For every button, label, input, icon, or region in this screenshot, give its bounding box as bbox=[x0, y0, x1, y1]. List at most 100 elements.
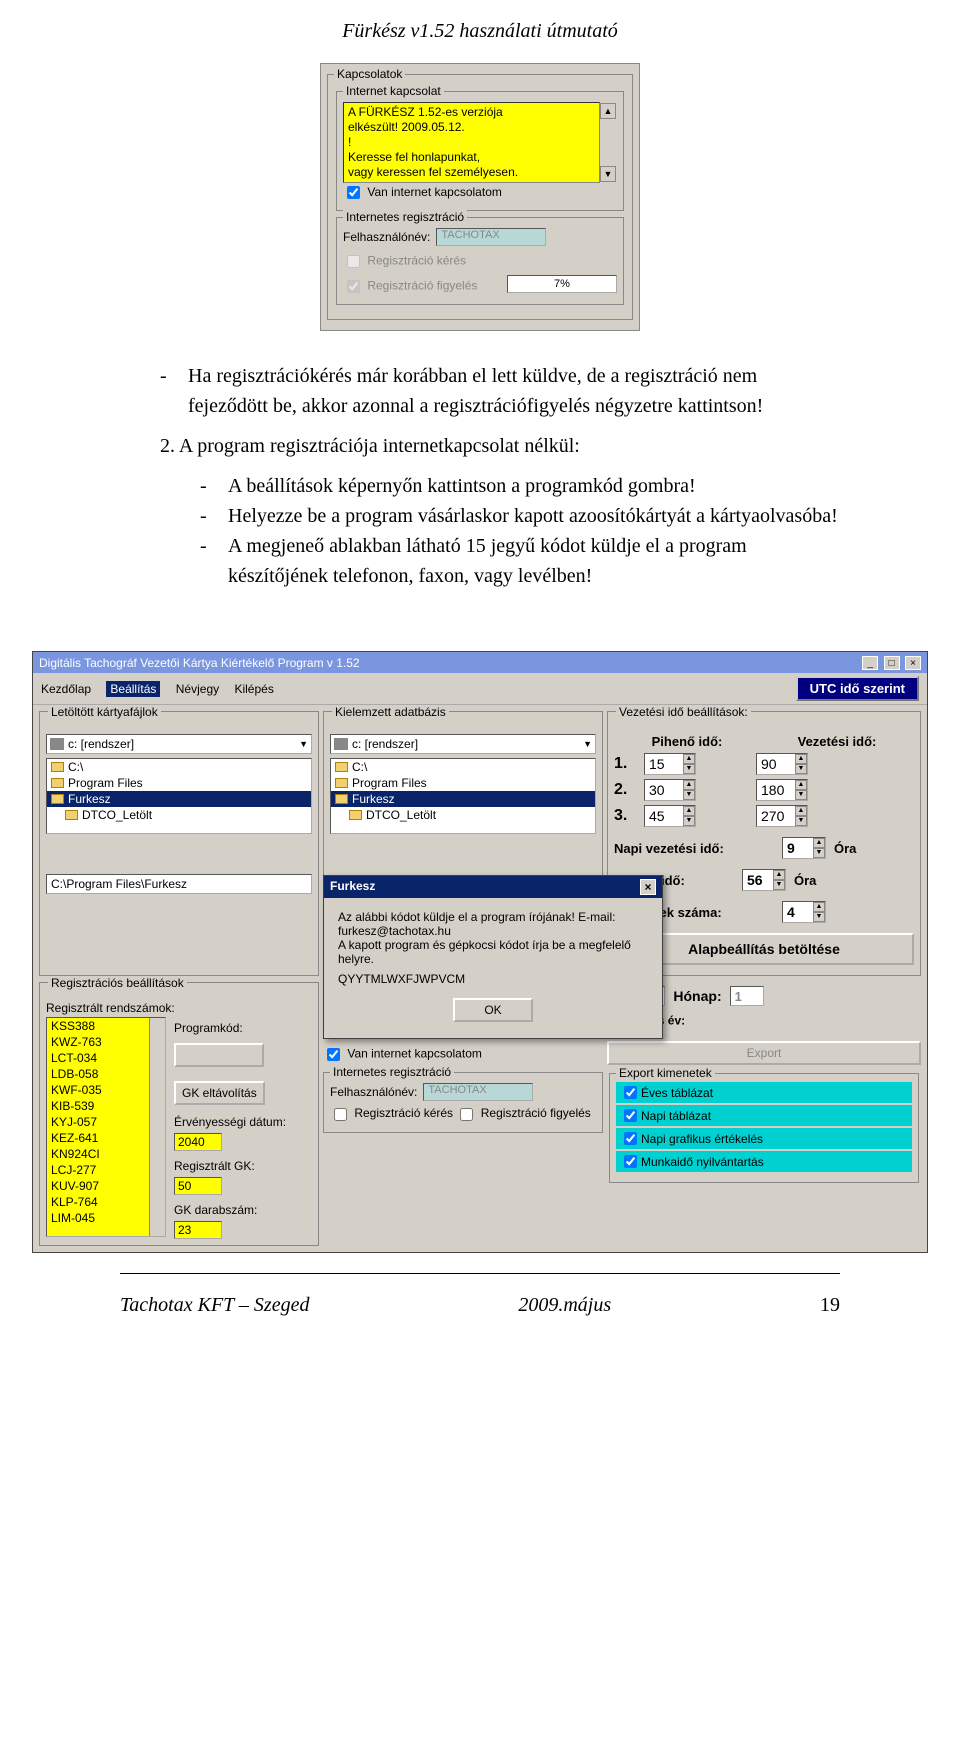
list-item[interactable]: KWF-035 bbox=[47, 1082, 165, 1098]
programkod-button[interactable] bbox=[174, 1043, 264, 1067]
vezetesi-3-input[interactable]: 270▲▼ bbox=[756, 805, 808, 827]
folder-program-files[interactable]: Program Files bbox=[352, 776, 427, 790]
exp-munkaido[interactable]: Munkaidő nyilvántartás bbox=[616, 1151, 912, 1172]
list-item[interactable]: LDB-058 bbox=[47, 1066, 165, 1082]
dialog-close-icon[interactable]: × bbox=[640, 879, 656, 895]
row-num-1: 1. bbox=[614, 755, 634, 773]
menu-nevjegy[interactable]: Névjegy bbox=[176, 682, 219, 696]
reggk-value: 50 bbox=[174, 1177, 222, 1195]
van-internet-check[interactable]: Van internet kapcsolatom bbox=[343, 185, 502, 199]
regf-checkbox-2[interactable] bbox=[460, 1108, 473, 1121]
list-item[interactable]: KWZ-763 bbox=[47, 1034, 165, 1050]
msg-line: elkészült! 2009.05.12. bbox=[348, 120, 595, 135]
drive-label: c: [rendszer] bbox=[352, 737, 418, 751]
export-button[interactable]: Export bbox=[607, 1041, 921, 1065]
scrollbar[interactable] bbox=[149, 1018, 165, 1236]
folder-icon bbox=[335, 794, 348, 804]
list-item[interactable]: KIB-539 bbox=[47, 1098, 165, 1114]
van-internet-checkbox[interactable] bbox=[347, 186, 360, 199]
list-item[interactable]: KUV-907 bbox=[47, 1178, 165, 1194]
list-item[interactable]: KYJ-057 bbox=[47, 1114, 165, 1130]
felhasznalonev-input[interactable]: TACHOTAX bbox=[436, 228, 546, 246]
drive-dropdown-mid[interactable]: c: [rendszer] ▼ bbox=[330, 734, 596, 754]
list-item[interactable]: LIM-045 bbox=[47, 1210, 165, 1226]
napi-vez-input[interactable]: 9▲▼ bbox=[782, 837, 826, 859]
up-icon[interactable]: ▲ bbox=[683, 754, 695, 764]
fh-input[interactable]: TACHOTAX bbox=[423, 1083, 533, 1101]
regisztracio-keres-checkbox bbox=[347, 255, 360, 268]
van-internet-check-2[interactable]: Van internet kapcsolatom bbox=[323, 1045, 603, 1064]
list-item[interactable]: KN924CI bbox=[47, 1146, 165, 1162]
folder-furkesz[interactable]: Furkesz bbox=[352, 792, 395, 806]
vezetesi-1-input[interactable]: 90▲▼ bbox=[756, 753, 808, 775]
piheno-2-input[interactable]: 30▲▼ bbox=[644, 779, 696, 801]
maximize-icon[interactable]: □ bbox=[884, 656, 900, 670]
exp-napi[interactable]: Napi táblázat bbox=[616, 1105, 912, 1126]
regisztracio-keres-label: Regisztráció kérés bbox=[367, 254, 466, 268]
list-item[interactable]: KEZ-641 bbox=[47, 1130, 165, 1146]
doc-title: Fürkész v1.52 használati útmutató bbox=[120, 20, 840, 43]
list-item[interactable]: LCJ-277 bbox=[47, 1162, 165, 1178]
panel-letoltott: Letöltött kártyafájlok c: [rendszer] ▼ C… bbox=[39, 711, 319, 976]
regk-checkbox-2[interactable] bbox=[334, 1108, 347, 1121]
drive-icon bbox=[50, 738, 64, 750]
utc-button[interactable]: UTC idő szerint bbox=[796, 676, 919, 701]
ora-unit: Óra bbox=[794, 873, 816, 888]
hetek-input[interactable]: 4▲▼ bbox=[782, 901, 826, 923]
up-icon[interactable]: ▲ bbox=[795, 754, 807, 764]
folder-furkesz[interactable]: Furkesz bbox=[68, 792, 111, 806]
van-internet-label-2: Van internet kapcsolatom bbox=[347, 1046, 482, 1060]
regisztralt-rendszamok-list[interactable]: KSS388 KWZ-763 LCT-034 LDB-058 KWF-035 K… bbox=[46, 1017, 166, 1237]
piheno-1-input[interactable]: 15▲▼ bbox=[644, 753, 696, 775]
gkdb-label: GK darabszám: bbox=[174, 1203, 294, 1217]
reg-list-label: Regisztrált rendszámok: bbox=[46, 1001, 312, 1015]
folder-c[interactable]: C:\ bbox=[352, 760, 367, 774]
folder-icon bbox=[51, 794, 64, 804]
menu-kezdolap[interactable]: Kezdőlap bbox=[41, 682, 91, 696]
chevron-down-icon: ▼ bbox=[583, 739, 592, 749]
panel-vezetesi-title: Vezetési idő beállítások: bbox=[616, 705, 751, 719]
van-internet-checkbox-2[interactable] bbox=[327, 1048, 340, 1061]
down-icon[interactable]: ▼ bbox=[795, 764, 807, 774]
panel-regisztracios-title: Regisztrációs beállítások bbox=[48, 976, 187, 990]
list-item[interactable]: KSS388 bbox=[47, 1018, 165, 1034]
folder-dtco[interactable]: DTCO_Letölt bbox=[82, 808, 152, 822]
exp-grafikus[interactable]: Napi grafikus értékelés bbox=[616, 1128, 912, 1149]
piheno-3-input[interactable]: 45▲▼ bbox=[644, 805, 696, 827]
gk-eltavolitas-button[interactable]: GK eltávolítás bbox=[174, 1081, 265, 1105]
folder-icon bbox=[335, 762, 348, 772]
regisztracio-figyeles-checkbox bbox=[347, 280, 360, 293]
list-item[interactable]: LCT-034 bbox=[47, 1050, 165, 1066]
folder-icon bbox=[51, 778, 64, 788]
scroll-down-icon[interactable]: ▼ bbox=[600, 166, 616, 182]
path-display: C:\Program Files\Furkesz bbox=[46, 874, 312, 894]
folder-program-files[interactable]: Program Files bbox=[68, 776, 143, 790]
menu-kilepes[interactable]: Kilépés bbox=[234, 682, 273, 696]
list-item[interactable]: KLP-764 bbox=[47, 1194, 165, 1210]
drive-dropdown-left[interactable]: c: [rendszer] ▼ bbox=[46, 734, 312, 754]
exp-eves[interactable]: Éves táblázat bbox=[616, 1082, 912, 1103]
footer-center: 2009.május bbox=[518, 1294, 611, 1317]
folder-dtco[interactable]: DTCO_Letölt bbox=[366, 808, 436, 822]
ok-button[interactable]: OK bbox=[453, 998, 533, 1022]
export-kimenetek-group: Export kimenetek Éves táblázat Napi tábl… bbox=[609, 1073, 919, 1183]
ezetesi-input[interactable]: 56▲▼ bbox=[742, 869, 786, 891]
vezetesi-header: Vezetési idő: bbox=[798, 734, 877, 749]
vezetesi-2-input[interactable]: 180▲▼ bbox=[756, 779, 808, 801]
programkod-label: Programkód: bbox=[174, 1021, 294, 1035]
folder-c[interactable]: C:\ bbox=[68, 760, 83, 774]
furkesz-dialog: Furkesz × Az alábbi kódot küldje el a pr… bbox=[323, 875, 663, 1039]
menu-beallitas[interactable]: Beállítás bbox=[106, 681, 160, 697]
folder-list-mid[interactable]: C:\ Program Files Furkesz DTCO_Letölt bbox=[330, 758, 596, 834]
scroll-up-icon[interactable]: ▲ bbox=[600, 103, 616, 119]
bullet-3: A megjeneő ablakban látható 15 jegyű kód… bbox=[228, 531, 840, 591]
regk-label-2: Regisztráció kérés bbox=[354, 1106, 453, 1120]
regf-check-2[interactable]: Regisztráció figyelés bbox=[456, 1106, 590, 1120]
folder-list-left[interactable]: C:\ Program Files Furkesz DTCO_Letölt bbox=[46, 758, 312, 834]
minimize-icon[interactable]: _ bbox=[862, 656, 878, 670]
close-icon[interactable]: × bbox=[905, 656, 921, 670]
fh-label: Felhasználónév: bbox=[330, 1085, 417, 1099]
internetes-reg-label-2: Internetes regisztráció bbox=[330, 1065, 454, 1079]
regk-check-2[interactable]: Regisztráció kérés bbox=[330, 1106, 456, 1120]
down-icon[interactable]: ▼ bbox=[683, 764, 695, 774]
